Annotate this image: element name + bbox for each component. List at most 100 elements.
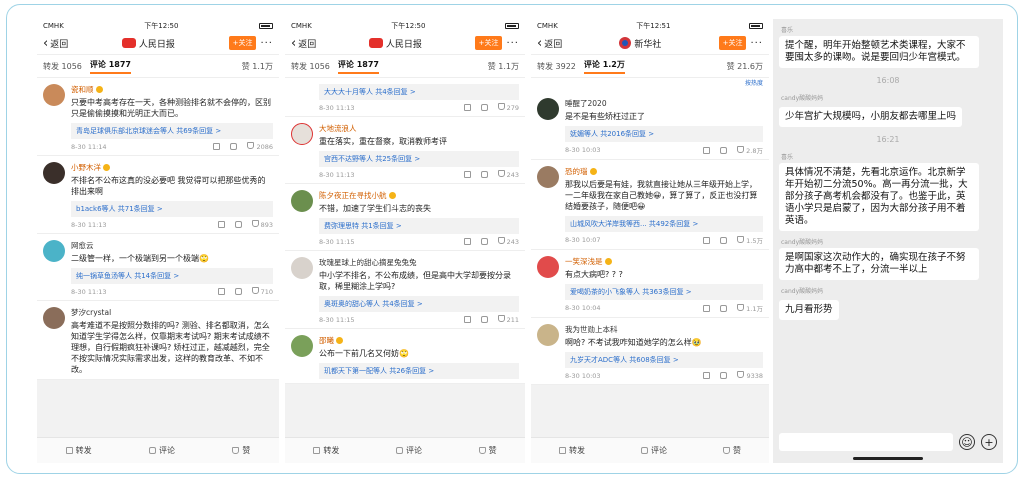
replies-link[interactable]: 玑都天下第一配等人 共26条回复 > (319, 363, 519, 379)
username[interactable]: 睡醒了2020 (565, 98, 763, 109)
share-icon[interactable] (463, 238, 471, 245)
sort-toggle[interactable]: 按热度 (531, 78, 769, 92)
emoji-icon[interactable]: ☺ (959, 434, 975, 450)
back-button[interactable]: ‹ 返回 (537, 37, 562, 50)
avatar[interactable] (291, 123, 313, 145)
thumb-up-icon[interactable] (497, 315, 505, 322)
share-icon[interactable] (703, 146, 711, 154)
username[interactable]: 陈夕夜正在寻找小航 (319, 190, 519, 201)
repost-button[interactable]: 转发 (559, 445, 585, 456)
username[interactable]: 我为世勋上本科 (565, 324, 763, 335)
tab-comment[interactable]: 评论 1877 (337, 59, 379, 74)
replies-link[interactable]: 九岁天才ADC等人 共608条回复 > (565, 352, 763, 368)
replies-link[interactable]: 山城风吹大洋岸我等西... 共492条回复 > (565, 216, 763, 232)
replies-link[interactable]: 青岛足球俱乐部北京球迷会等人 共69条回复 > (71, 123, 273, 139)
thumb-up-icon[interactable] (497, 237, 505, 244)
thumb-up-icon[interactable] (737, 146, 745, 153)
tab-likes[interactable]: 赞 1.1万 (488, 61, 519, 72)
more-icon[interactable]: ··· (750, 38, 763, 49)
tab-repost[interactable]: 转发 3922 (537, 61, 576, 72)
back-button[interactable]: ‹ 返回 (43, 37, 68, 50)
avatar[interactable] (291, 190, 313, 212)
share-icon[interactable] (463, 104, 471, 111)
replies-link[interactable]: 费弥理思特 共1条回复 > (319, 218, 519, 234)
comment-button[interactable]: 评论 (641, 445, 667, 456)
back-button[interactable]: ‹ 返回 (291, 37, 316, 50)
share-icon[interactable] (463, 171, 471, 178)
like-button[interactable]: 赞 (232, 445, 250, 456)
like-button[interactable]: 赞 (478, 445, 497, 456)
thumb-up-icon[interactable] (737, 236, 745, 243)
avatar[interactable] (43, 240, 65, 262)
tab-likes[interactable]: 赞 21.6万 (727, 61, 763, 72)
comment-icon[interactable] (720, 372, 728, 379)
username[interactable]: 网愈云 (71, 240, 273, 251)
repost-button[interactable]: 转发 (313, 445, 339, 456)
thumb-up-icon[interactable] (497, 170, 505, 177)
username[interactable]: 小野木洋 (71, 162, 273, 173)
replies-link[interactable]: 爱喝奶茶的小飞象等人 共363条回复 > (565, 284, 763, 300)
replies-link[interactable]: 大大大十月等人 共4条回复 > (319, 84, 519, 100)
avatar[interactable] (43, 84, 65, 106)
like-button[interactable]: 赞 (723, 445, 741, 456)
comment-icon[interactable] (720, 236, 728, 244)
tab-comment[interactable]: 评论 1877 (89, 59, 131, 74)
comment-icon[interactable] (234, 288, 242, 295)
share-icon[interactable] (213, 143, 221, 150)
avatar[interactable] (537, 324, 559, 346)
avatar[interactable] (43, 307, 65, 329)
comment-icon[interactable] (720, 304, 728, 312)
avatar[interactable] (291, 335, 313, 357)
thumb-up-icon[interactable] (737, 304, 745, 311)
share-icon[interactable] (703, 236, 711, 244)
comment-icon[interactable] (480, 104, 488, 111)
share-icon[interactable] (463, 316, 471, 323)
thumb-up-icon[interactable] (247, 142, 255, 149)
replies-link[interactable]: 妩媚等人 共2016条回复 > (565, 126, 763, 142)
thumb-up-icon[interactable] (497, 103, 505, 110)
share-icon[interactable] (217, 288, 225, 295)
tab-comment[interactable]: 评论 1.2万 (583, 59, 625, 74)
message-input[interactable] (779, 433, 953, 451)
replies-link[interactable]: 宫西不达野等人 共25条回复 > (319, 151, 519, 167)
thumb-up-icon[interactable] (251, 220, 259, 227)
avatar[interactable] (537, 256, 559, 278)
replies-link[interactable]: b1ack6等人 共71条回复 > (71, 201, 273, 217)
follow-button[interactable]: +关注 (228, 36, 257, 50)
more-icon[interactable]: ··· (260, 38, 273, 49)
tab-likes[interactable]: 赞 1.1万 (242, 61, 273, 72)
comment-icon[interactable] (480, 171, 488, 178)
comment-button[interactable]: 评论 (395, 445, 422, 456)
username[interactable]: 邵曦 (319, 335, 519, 346)
follow-button[interactable]: +关注 (474, 36, 503, 50)
username[interactable]: 瓷和顺 (71, 84, 273, 95)
thumb-up-icon[interactable] (737, 371, 745, 378)
avatar[interactable] (291, 257, 313, 279)
follow-button[interactable]: +关注 (718, 36, 747, 50)
comment-icon[interactable] (720, 146, 728, 154)
username[interactable]: 恐的瑙 (565, 166, 763, 177)
more-icon[interactable]: ··· (506, 38, 519, 49)
share-icon[interactable] (217, 221, 225, 228)
username[interactable]: 一笑深浅是 (565, 256, 763, 267)
username[interactable]: 玫瑰星球上的甜心摘星兔兔兔 (319, 257, 519, 268)
replies-link[interactable]: 奥斑奥的甜心等人 共4条回复 > (319, 296, 519, 312)
plus-icon[interactable]: + (981, 434, 997, 450)
username[interactable]: 梦汐crystal (71, 307, 273, 318)
comment-icon[interactable] (230, 143, 238, 150)
share-icon[interactable] (703, 304, 711, 312)
comment-icon[interactable] (480, 316, 488, 323)
share-icon[interactable] (703, 372, 711, 379)
avatar[interactable] (537, 166, 559, 188)
comment-icon[interactable] (234, 221, 242, 228)
tab-repost[interactable]: 转发 1056 (43, 61, 82, 72)
replies-link[interactable]: 纯一锅草鱼汤等人 共14条回复 > (71, 268, 273, 284)
repost-button[interactable]: 转发 (65, 445, 92, 456)
comment-icon[interactable] (480, 238, 488, 245)
username[interactable]: 大地流浪人 (319, 123, 519, 134)
tab-repost[interactable]: 转发 1056 (291, 61, 330, 72)
avatar[interactable] (537, 98, 559, 120)
avatar[interactable] (43, 162, 65, 184)
comment-button[interactable]: 评论 (148, 445, 175, 456)
thumb-up-icon[interactable] (251, 287, 259, 294)
